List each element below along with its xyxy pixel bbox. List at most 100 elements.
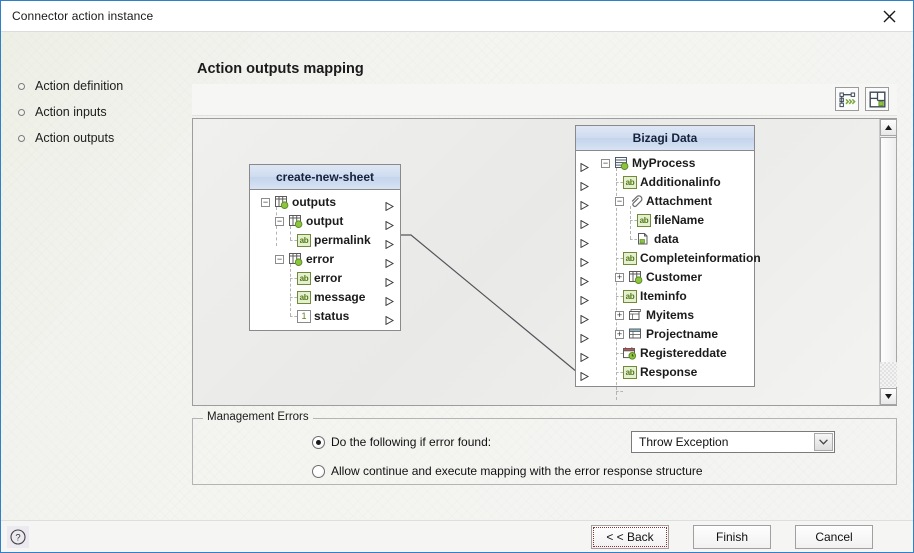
expander-toggle[interactable]: − — [261, 198, 270, 207]
expander-toggle[interactable]: − — [615, 197, 624, 206]
tree-row[interactable]: ab error — [250, 269, 400, 288]
target-tree-body: − MyProcess ab Additionalinfo − Attachme… — [576, 151, 761, 400]
list-icon — [629, 328, 643, 341]
tree-row[interactable]: ab message — [250, 288, 400, 307]
mapping-port[interactable] — [385, 255, 395, 269]
tree-row[interactable]: + Myitems — [576, 306, 754, 325]
tree-node-label: Response — [640, 365, 698, 379]
source-tree-title: create-new-sheet — [250, 165, 400, 190]
mapping-port[interactable] — [580, 216, 590, 230]
tree-node-label: Projectname — [646, 327, 719, 341]
tree-row[interactable]: ab Additionalinfo — [576, 173, 754, 192]
canvas-vertical-scrollbar[interactable] — [879, 119, 897, 405]
mapping-canvas-container: create-new-sheet − outputs − output ab p… — [192, 118, 897, 406]
source-tree-body: − outputs − output ab permalink − error … — [250, 190, 400, 330]
tree-row[interactable]: ab Response — [576, 363, 754, 382]
mapping-port[interactable] — [385, 236, 395, 250]
mapping-port[interactable] — [580, 254, 590, 268]
collection-icon — [289, 215, 303, 228]
mapping-port[interactable] — [580, 292, 590, 306]
mapping-port[interactable] — [580, 368, 590, 382]
scroll-down-icon[interactable] — [880, 388, 897, 405]
mapping-port[interactable] — [580, 178, 590, 192]
tree-row[interactable]: + Projectname — [576, 325, 754, 344]
expander-toggle[interactable]: − — [601, 159, 610, 168]
mapping-port[interactable] — [580, 197, 590, 211]
sidebar-item-action-inputs[interactable]: Action inputs — [17, 99, 187, 125]
tree-node-label: Customer — [646, 270, 703, 284]
layout-grid-icon[interactable] — [865, 87, 889, 111]
process-icon — [615, 157, 629, 170]
tree-row[interactable]: − MyProcess — [576, 154, 754, 173]
bullet-icon — [18, 134, 25, 142]
sidebar-item-action-definition[interactable]: Action definition — [17, 73, 187, 99]
mapping-port[interactable] — [385, 312, 395, 326]
tree-node-label: message — [314, 290, 366, 304]
sidebar-item-label: Action definition — [35, 79, 124, 93]
tree-row[interactable]: ab fileName — [576, 211, 754, 230]
sidebar-item-action-outputs[interactable]: Action outputs — [17, 125, 187, 151]
radio-throw-exception[interactable] — [312, 436, 325, 449]
expander-toggle[interactable]: + — [615, 330, 624, 339]
source-tree-panel: create-new-sheet − outputs − output ab p… — [249, 164, 401, 331]
help-icon[interactable]: ? — [7, 526, 29, 548]
mapping-port[interactable] — [580, 273, 590, 287]
mapping-port[interactable] — [580, 235, 590, 249]
tree-row[interactable]: 1 status — [250, 307, 400, 326]
scrollbar-track[interactable] — [880, 362, 897, 387]
scrollbar-thumb[interactable] — [880, 137, 897, 363]
tree-row[interactable]: + Customer — [576, 268, 754, 287]
mapping-port[interactable] — [580, 349, 590, 363]
tree-row[interactable]: − output — [250, 212, 400, 231]
mapping-toolbar — [192, 84, 897, 116]
expander-toggle[interactable]: + — [615, 273, 624, 282]
group-legend: Management Errors — [203, 411, 313, 423]
finish-button[interactable]: Finish — [693, 525, 771, 549]
scroll-up-icon[interactable] — [880, 119, 897, 136]
ab-icon: ab — [297, 272, 311, 285]
mapping-port[interactable] — [385, 274, 395, 288]
sidebar-item-label: Action outputs — [35, 131, 115, 145]
expander-toggle[interactable]: − — [275, 255, 284, 264]
tree-row[interactable]: ab permalink — [250, 231, 400, 250]
mapping-icon[interactable] — [835, 87, 859, 111]
tree-row[interactable]: − error — [250, 250, 400, 269]
mapping-canvas[interactable]: create-new-sheet − outputs − output ab p… — [193, 119, 879, 405]
tree-row[interactable]: − Attachment — [576, 192, 754, 211]
ab-icon: ab — [637, 214, 651, 227]
tree-row[interactable]: data — [576, 230, 754, 249]
tree-row[interactable]: ab Completeinformation — [576, 249, 761, 268]
tree-node-label: Registereddate — [640, 346, 727, 360]
ab-icon: ab — [623, 290, 637, 303]
tree-row[interactable]: Registereddate — [576, 344, 754, 363]
mapping-port[interactable] — [580, 159, 590, 173]
tree-node-label: Completeinformation — [640, 251, 761, 265]
chevron-down-icon[interactable] — [814, 433, 833, 451]
mapping-port[interactable] — [580, 311, 590, 325]
dialog-footer: ? < < Back Finish Cancel — [1, 520, 913, 552]
radio-throw-exception-label[interactable]: Do the following if error found: — [331, 435, 491, 449]
cancel-button[interactable]: Cancel — [795, 525, 873, 549]
expander-toggle[interactable]: − — [275, 217, 284, 226]
tree-row[interactable]: ab Iteminfo — [576, 287, 754, 306]
tree-node-label: outputs — [292, 195, 336, 209]
error-action-dropdown[interactable]: Throw Exception — [631, 431, 835, 453]
back-button[interactable]: < < Back — [591, 525, 669, 549]
tree-row[interactable]: − outputs — [250, 193, 400, 212]
radio-allow-continue[interactable] — [312, 465, 325, 478]
mapping-port[interactable] — [580, 330, 590, 344]
close-icon[interactable] — [869, 3, 909, 29]
document-icon — [637, 233, 651, 246]
dialog-body: Action definition Action inputs Action o… — [1, 32, 913, 521]
mapping-port[interactable] — [385, 293, 395, 307]
tree-node-label: error — [314, 271, 343, 285]
expander-toggle[interactable]: + — [615, 311, 624, 320]
ab-icon: ab — [297, 291, 311, 304]
target-tree-panel: Bizagi Data − MyProcess ab Additionalinf… — [575, 125, 761, 400]
ab-icon: ab — [623, 176, 637, 189]
page-title: Action outputs mapping — [197, 61, 364, 77]
tree-node-label: fileName — [654, 213, 705, 227]
mapping-port[interactable] — [385, 198, 395, 212]
mapping-port[interactable] — [385, 217, 395, 231]
radio-allow-continue-label[interactable]: Allow continue and execute mapping with … — [331, 464, 703, 478]
